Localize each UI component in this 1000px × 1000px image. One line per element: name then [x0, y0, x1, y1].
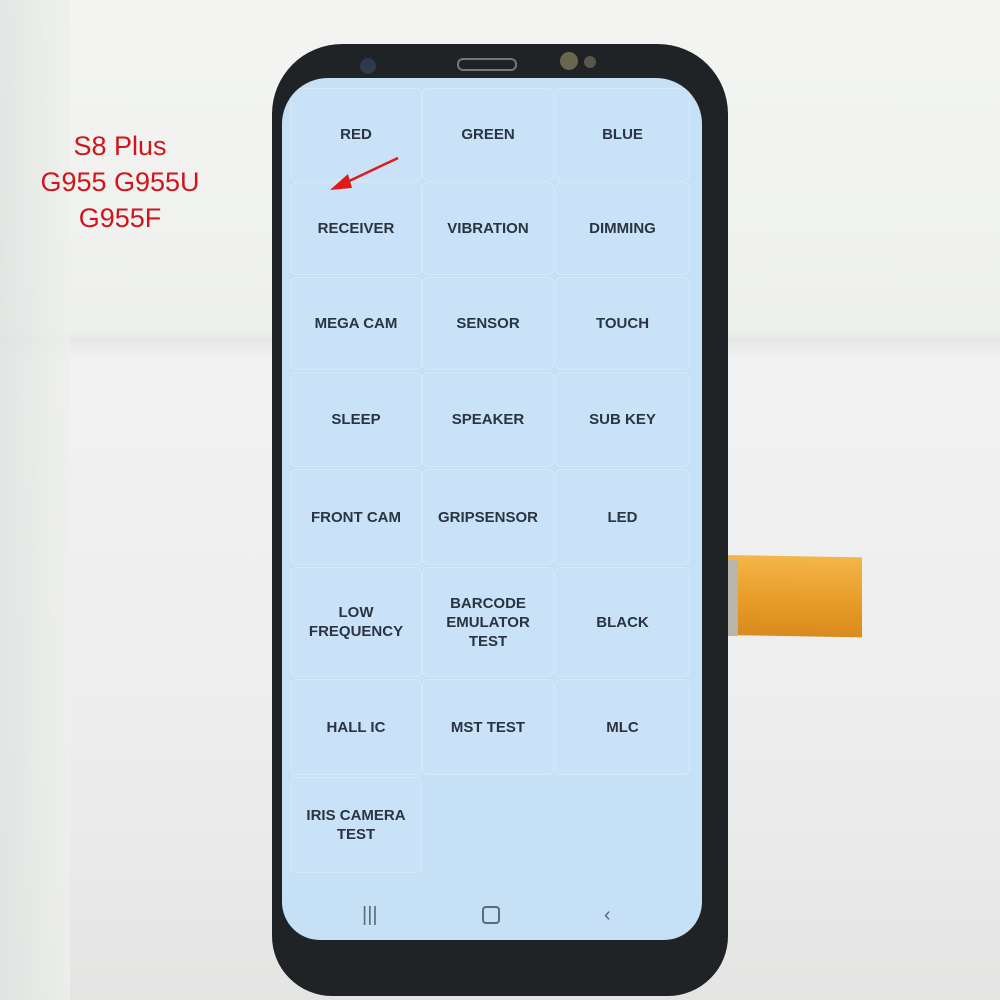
annotation-arrow [330, 156, 399, 190]
